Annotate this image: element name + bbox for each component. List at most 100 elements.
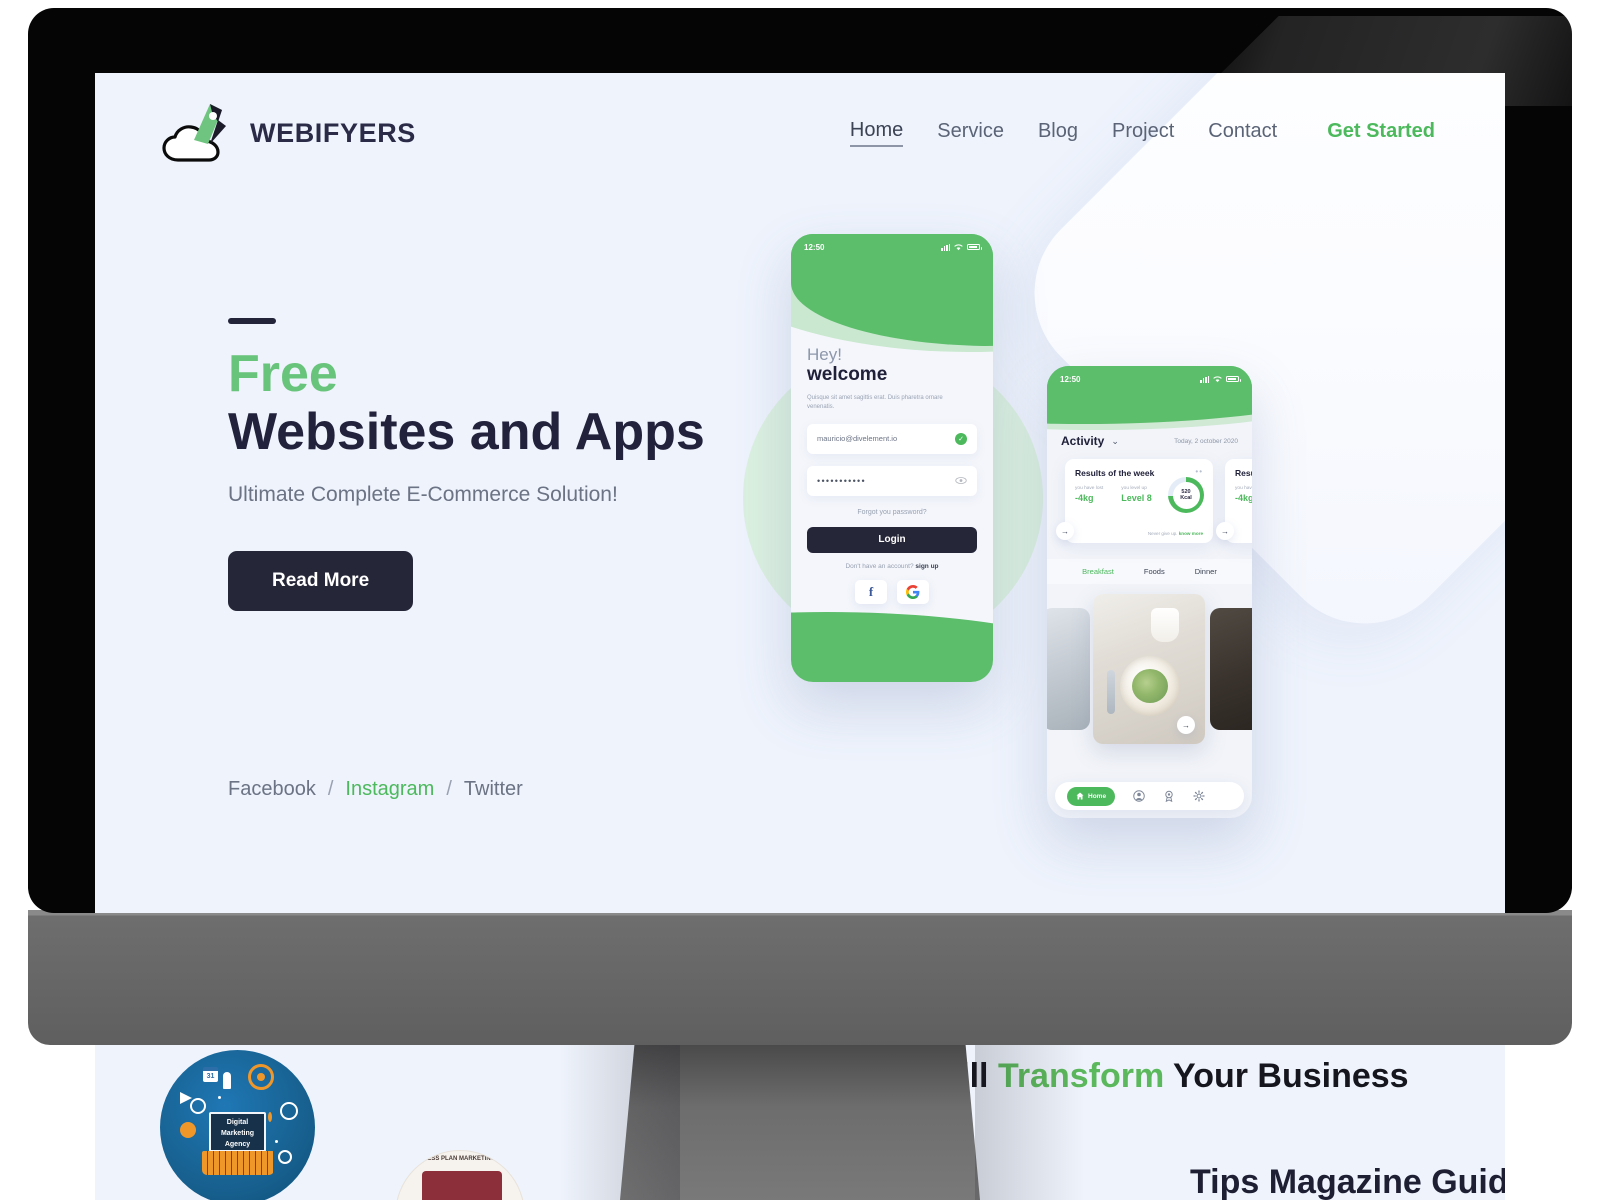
stat-weight-next: you have lost -4kg <box>1235 486 1252 503</box>
illustration-business-plan: BUSINESS PLAN MARKETING PLAN <box>395 1150 525 1200</box>
activity-card-carousel: •• Results of the week you have lost -4k… <box>1047 459 1252 545</box>
camera-icon <box>278 1150 292 1164</box>
eye-icon[interactable] <box>955 476 967 485</box>
signal-icon <box>1200 375 1209 383</box>
spoon-image <box>1107 670 1115 714</box>
results-card-footer: Never give up. know more <box>1075 531 1203 536</box>
social-link-twitter[interactable]: Twitter <box>464 778 523 801</box>
magnifier-dot-icon <box>180 1122 196 1138</box>
hero-section: Free Websites and Apps Ultimate Complete… <box>228 318 788 611</box>
email-value: mauricio@divelement.io <box>817 434 898 444</box>
monitor-stand-neck <box>620 1045 980 1200</box>
nav-item-blog[interactable]: Blog <box>1038 120 1078 146</box>
deco-dot <box>218 1096 221 1099</box>
badge-icon[interactable] <box>1163 790 1175 802</box>
check-circle-icon: ✓ <box>955 432 967 445</box>
login-welcome: welcome <box>807 363 888 385</box>
signup-link[interactable]: sign up <box>915 563 938 570</box>
calorie-ring-chart: 520 Kcal <box>1168 477 1204 513</box>
stat-weight-next-value: -4kg <box>1235 493 1252 503</box>
signal-icon <box>941 243 950 251</box>
deco-dot <box>275 1140 278 1143</box>
nav-item-home[interactable]: Home <box>849 119 904 147</box>
gallery-card-right[interactable] <box>1210 608 1252 730</box>
facebook-login-button[interactable]: f <box>855 579 887 604</box>
social-separator: / <box>446 778 452 800</box>
read-more-button[interactable]: Read More <box>228 550 414 611</box>
meal-tabs: Breakfast Foods Dinner <box>1047 559 1252 584</box>
person-icon <box>223 1072 231 1089</box>
gear-icon[interactable] <box>1193 790 1205 802</box>
chevron-down-icon[interactable]: ⌄ <box>1111 436 1119 447</box>
social-login-buttons: f <box>807 579 977 604</box>
site-header: WEBIFYERS Home Service Blog Project Cont… <box>95 73 1505 193</box>
illustration-digital-marketing: 31 Digital Marketing Agency <box>160 1050 315 1200</box>
google-icon <box>906 584 920 599</box>
meal-gallery: → <box>1047 594 1252 744</box>
wifi-icon <box>954 243 963 250</box>
password-field[interactable]: ••••••••••• <box>807 465 977 496</box>
nav-item-contact[interactable]: Contact <box>1208 120 1277 146</box>
login-button[interactable]: Login <box>807 526 977 553</box>
hero-title: Websites and Apps <box>228 402 705 461</box>
gallery-card-left[interactable] <box>1047 608 1090 730</box>
carousel-next-button[interactable]: → <box>1216 522 1234 540</box>
battery-icon <box>967 244 982 250</box>
forgot-password-link[interactable]: Forgot you password? <box>807 509 977 516</box>
calorie-ring-center: 520 Kcal <box>1172 481 1200 509</box>
social-link-facebook[interactable]: Facebook <box>228 778 316 801</box>
laptop-screen-label: Digital Marketing Agency <box>209 1112 266 1152</box>
cloud-rocket-logo-icon <box>160 100 236 166</box>
social-links: Facebook / Instagram / Twitter <box>228 778 523 801</box>
phone2-time: 12:50 <box>1060 374 1081 384</box>
activity-title: Activity <box>1061 434 1105 448</box>
below-subheading: Tips Magazine Guide <box>1190 1163 1505 1200</box>
gallery-next-button[interactable]: → <box>1177 716 1195 734</box>
nav-item-service[interactable]: Service <box>937 120 1004 146</box>
bottom-nav-home-label: Home <box>1088 792 1107 800</box>
stat-weight: you have lost -4kg <box>1075 486 1103 503</box>
tab-dinner[interactable]: Dinner <box>1195 567 1217 576</box>
circle-outline-icon <box>190 1098 206 1114</box>
get-started-button[interactable]: Get Started <box>1327 120 1435 146</box>
nav-item-project[interactable]: Project <box>1112 120 1174 146</box>
calendar-icon: 31 <box>203 1067 218 1082</box>
tab-foods[interactable]: Foods <box>1144 567 1165 576</box>
website-viewport: WEBIFYERS Home Service Blog Project Cont… <box>95 73 1505 913</box>
brand-logo[interactable]: WEBIFYERS <box>160 100 416 166</box>
stat-weight-next-label: you have lost <box>1235 486 1252 491</box>
login-form: Hey! welcome Quisque sit amet sagittis e… <box>791 346 993 682</box>
card-menu-icon[interactable]: •• <box>1195 467 1203 476</box>
phone1-time: 12:50 <box>804 242 825 252</box>
battery-icon <box>1226 376 1241 382</box>
results-card[interactable]: •• Results of the week you have lost -4k… <box>1065 459 1213 543</box>
results-card-next-title: Results of the week <box>1235 468 1252 478</box>
globe-icon <box>280 1102 298 1120</box>
breakfast-bowl-image <box>1120 656 1180 716</box>
wifi-icon <box>1213 375 1222 382</box>
tab-breakfast[interactable]: Breakfast <box>1082 567 1114 576</box>
know-more-link[interactable]: know more <box>1179 531 1203 536</box>
bottom-nav-home[interactable]: Home <box>1067 786 1116 806</box>
calorie-unit: Kcal <box>1180 495 1192 501</box>
user-icon[interactable] <box>1133 790 1145 802</box>
arrow-up-icon <box>268 1112 272 1122</box>
signup-prompt-text: Don't have an account? <box>845 562 914 570</box>
stat-weight-value: -4kg <box>1075 493 1094 503</box>
rocket-icon <box>194 104 226 144</box>
facebook-icon: f <box>868 583 874 599</box>
brand-name: WEBIFYERS <box>250 117 416 148</box>
laptop-keyboard <box>202 1151 274 1175</box>
main-navigation: Home Service Blog Project Contact Get St… <box>849 119 1435 147</box>
login-description: Quisque sit amet sagittis erat. Duis pha… <box>807 394 943 410</box>
google-login-button[interactable] <box>897 579 929 604</box>
home-icon <box>1076 792 1084 800</box>
email-field[interactable]: mauricio@divelement.io ✓ <box>807 423 977 454</box>
stat-level-value: Level 8 <box>1121 493 1152 503</box>
milk-jug-image <box>1151 608 1179 642</box>
social-link-instagram[interactable]: Instagram <box>345 778 434 801</box>
carousel-prev-button[interactable]: → <box>1056 522 1074 540</box>
phone1-status-icons <box>941 243 982 251</box>
screenshot-stage: e Will Transform Your Business Tips Maga… <box>0 0 1600 1200</box>
business-plan-label: BUSINESS PLAN MARKETING PLAN <box>408 1156 514 1162</box>
